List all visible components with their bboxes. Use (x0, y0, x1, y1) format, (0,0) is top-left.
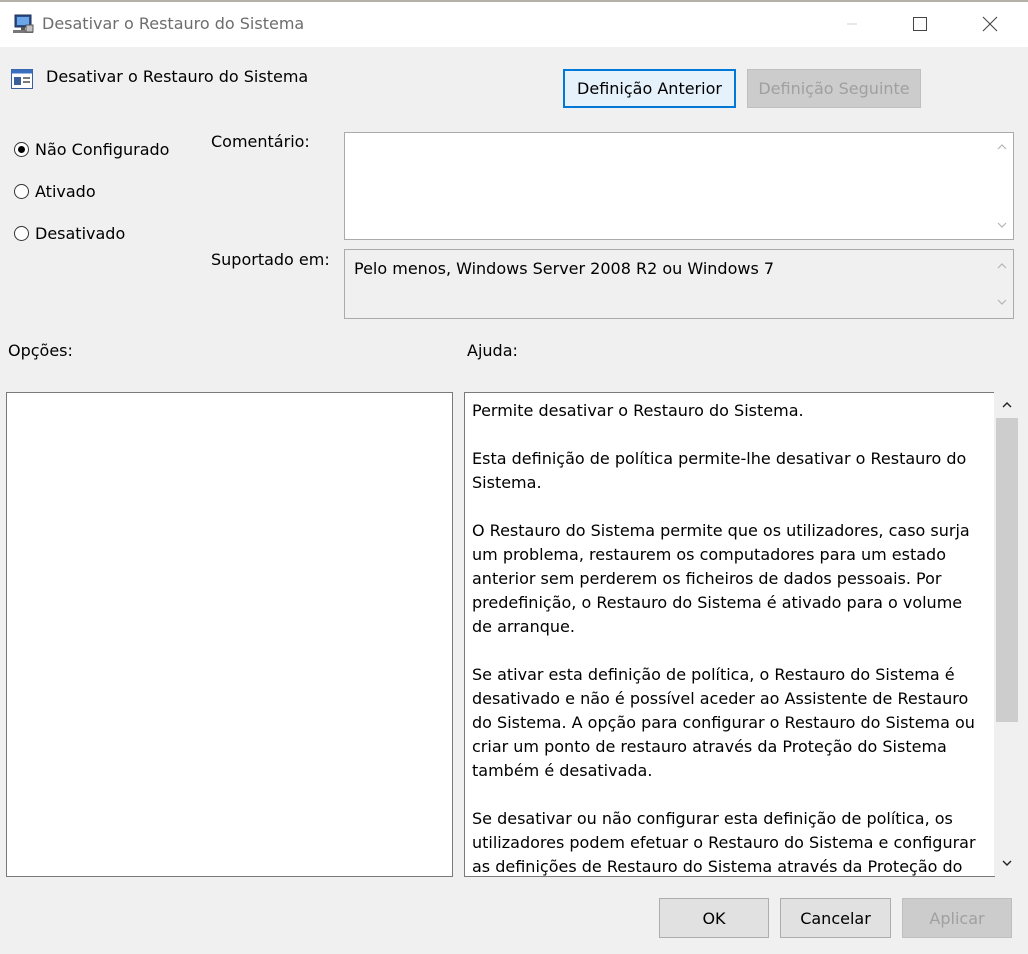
scroll-down-arrow-icon[interactable] (1001, 858, 1013, 868)
scroll-down-arrow-icon[interactable] (997, 298, 1007, 306)
help-scrollbar-thumb[interactable] (996, 418, 1018, 722)
apply-button[interactable]: Aplicar (902, 898, 1012, 938)
computer-monitor-icon (12, 13, 34, 35)
supported-label: Suportado em: (211, 250, 330, 269)
minimize-button[interactable] (818, 0, 886, 47)
radio-indicator (14, 225, 29, 241)
comment-label: Comentário: (211, 132, 310, 151)
minimize-icon (847, 23, 857, 25)
help-label: Ajuda: (467, 341, 518, 360)
comment-textarea[interactable] (344, 132, 1014, 240)
radio-disabled[interactable]: Desativado (14, 221, 125, 245)
radio-label: Não Configurado (35, 139, 170, 159)
options-label: Opções: (8, 341, 73, 360)
radio-label: Ativado (35, 181, 96, 201)
policy-setting-icon (10, 67, 34, 91)
maximize-button[interactable] (886, 0, 954, 47)
scroll-up-arrow-icon[interactable] (997, 262, 1007, 270)
maximize-icon (913, 17, 927, 31)
title-bar: Desativar o Restauro do Sistema (0, 0, 1028, 47)
cancel-button[interactable]: Cancelar (780, 898, 891, 938)
scroll-up-arrow-icon[interactable] (1001, 400, 1013, 410)
window-title: Desativar o Restauro do Sistema (42, 14, 305, 33)
scroll-up-arrow-icon[interactable] (997, 143, 1007, 151)
help-paragraph: Permite desativar o Restauro do Sistema. (472, 401, 804, 420)
ok-button[interactable]: OK (659, 898, 769, 938)
radio-indicator (14, 141, 29, 157)
help-paragraph: Se ativar esta definição de política, o … (472, 665, 975, 780)
help-paragraph: Esta definição de política permite-lhe d… (472, 449, 967, 492)
supported-value: Pelo menos, Windows Server 2008 R2 ou Wi… (354, 259, 775, 278)
close-button[interactable] (956, 0, 1024, 47)
next-setting-button[interactable]: Definição Seguinte (747, 69, 921, 108)
help-paragraph: O Restauro do Sistema permite que os uti… (472, 521, 970, 636)
radio-enabled[interactable]: Ativado (14, 179, 96, 203)
scroll-down-arrow-icon[interactable] (997, 221, 1007, 229)
help-paragraph: Se desativar ou não configurar esta defi… (472, 809, 976, 876)
radio-label: Desativado (35, 223, 126, 243)
help-panel[interactable]: Permite desativar o Restauro do Sistema.… (464, 392, 995, 877)
radio-not-configured[interactable]: Não Configurado (14, 137, 169, 161)
setting-title: Desativar o Restauro do Sistema (46, 67, 309, 86)
help-text: Permite desativar o Restauro do Sistema.… (472, 399, 984, 876)
radio-indicator (14, 183, 29, 199)
close-icon (982, 16, 998, 32)
previous-setting-button[interactable]: Definição Anterior (563, 69, 736, 108)
options-panel (6, 392, 453, 877)
supported-field: Pelo menos, Windows Server 2008 R2 ou Wi… (344, 249, 1014, 319)
